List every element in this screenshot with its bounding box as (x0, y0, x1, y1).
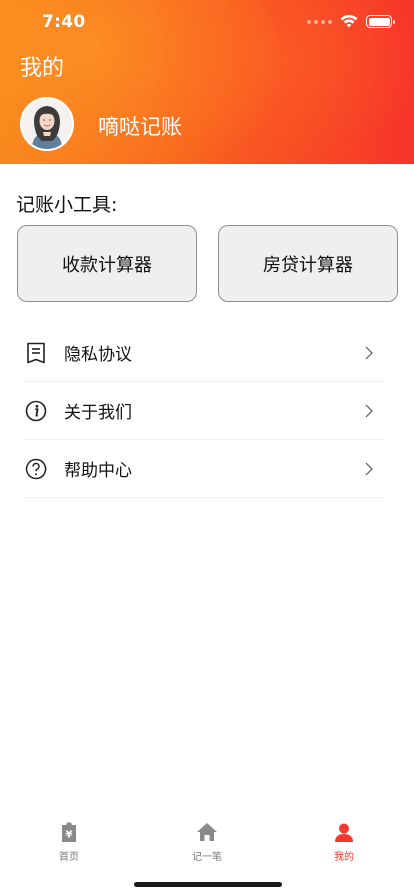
home-indicator (134, 882, 282, 887)
menu-item-label: 帮助中心 (64, 461, 132, 481)
menu-item-privacy-policy[interactable]: 隐私协议 (24, 324, 384, 382)
menu-item-label: 关于我们 (64, 403, 132, 423)
tab-label: 我的 (334, 852, 354, 863)
yen-tag-icon: ¥ (57, 820, 81, 844)
menu-item-label: 隐私协议 (64, 345, 132, 365)
help-icon (24, 457, 48, 481)
person-icon (332, 820, 356, 844)
status-bar: 7:40 (0, 0, 414, 46)
info-icon (24, 399, 48, 423)
tab-profile[interactable]: 我的 (294, 820, 394, 863)
menu-item-help-center[interactable]: 帮助中心 (24, 440, 384, 498)
wifi-icon (340, 15, 358, 28)
chevron-right-icon (362, 462, 376, 476)
battery-icon (366, 15, 395, 28)
avatar[interactable] (20, 97, 74, 151)
home-icon (195, 820, 219, 844)
status-icons (307, 15, 395, 28)
tab-label: 首页 (59, 852, 79, 863)
tab-home[interactable]: ¥ 首页 (19, 820, 119, 863)
chevron-right-icon (362, 404, 376, 418)
document-icon (24, 341, 48, 365)
app-name: 嘀哒记账 (98, 115, 182, 139)
profile-header: 7:40 我的 嘀哒记账 (0, 0, 414, 164)
avatar-illustration (22, 99, 72, 149)
tools-section-title: 记账小工具: (16, 194, 118, 216)
signal-icon (307, 19, 332, 24)
payment-calculator-button[interactable]: 收款计算器 (17, 225, 197, 302)
tab-record[interactable]: 记一笔 (157, 820, 257, 863)
tab-label: 记一笔 (192, 852, 222, 863)
menu-item-about-us[interactable]: 关于我们 (24, 382, 384, 440)
chevron-right-icon (362, 346, 376, 360)
mortgage-calculator-button[interactable]: 房贷计算器 (218, 225, 398, 302)
page-title: 我的 (20, 56, 65, 81)
svg-text:¥: ¥ (66, 830, 73, 841)
status-time: 7:40 (42, 12, 86, 32)
